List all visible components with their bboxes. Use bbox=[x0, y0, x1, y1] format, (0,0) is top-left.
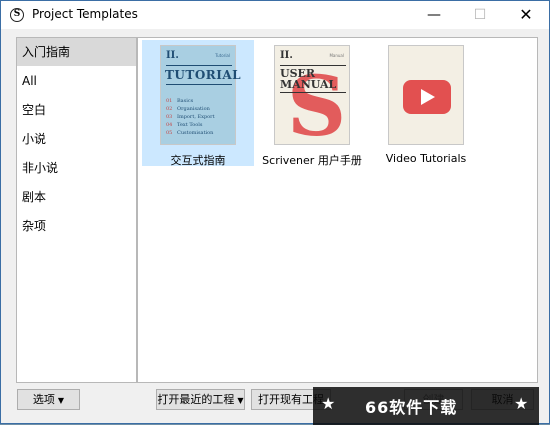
minimize-button[interactable]: — bbox=[411, 1, 457, 29]
template-category-list: 入门指南 All 空白 小说 非小说 剧本 杂项 bbox=[16, 37, 137, 383]
thumbnail-tag: Manual bbox=[329, 53, 344, 58]
dropdown-arrow-icon: ▼ bbox=[237, 396, 244, 405]
play-icon bbox=[403, 80, 451, 114]
options-button[interactable]: 选项 ▼ bbox=[17, 389, 80, 410]
template-tile-interactive-tutorial[interactable]: II. Tutorial TUTORIAL 01 Basics 02 Organis… bbox=[142, 40, 254, 167]
dropdown-arrow-icon: ▼ bbox=[57, 396, 65, 405]
thumbnail-heading: TUTORIAL bbox=[165, 68, 242, 82]
thumbnail-brand: II. bbox=[280, 50, 293, 61]
open-recent-button[interactable]: 打开最近的工程 ▼ bbox=[156, 389, 245, 410]
template-label: Video Tutorials bbox=[385, 152, 467, 165]
toc-entry: 02 Organisation bbox=[166, 106, 210, 112]
sidebar-item-miscellaneous[interactable]: 杂项 bbox=[17, 212, 136, 240]
thumbnail-brand: II. bbox=[166, 50, 179, 61]
window-title: Project Templates bbox=[32, 7, 138, 21]
maximize-button[interactable]: ☐ bbox=[457, 1, 503, 29]
divider bbox=[280, 92, 346, 93]
sidebar-item-non-fiction[interactable]: 非小说 bbox=[17, 154, 136, 182]
template-grid: II. Tutorial TUTORIAL 01 Basics 02 Organis… bbox=[137, 37, 538, 383]
template-label: 交互式指南 bbox=[170, 154, 226, 167]
divider bbox=[280, 65, 346, 66]
thumbnail-heading-line2: MANUAL bbox=[280, 78, 337, 91]
watermark-banner: ★ 66软件下载 ★ bbox=[313, 387, 539, 425]
thumbnail-tag: Tutorial bbox=[215, 53, 230, 58]
sidebar-item-all[interactable]: All bbox=[17, 67, 136, 95]
sidebar-item-scriptwriting[interactable]: 剧本 bbox=[17, 183, 136, 211]
watermark-text: 66软件下载 bbox=[365, 398, 458, 417]
star-icon: ★ bbox=[321, 394, 336, 413]
project-templates-window: S Project Templates — ☐ ✕ 入门指南 All 空白 小说… bbox=[0, 0, 550, 425]
divider bbox=[166, 84, 232, 85]
toc-entry: 01 Basics bbox=[166, 98, 194, 104]
tutorial-thumbnail: II. Tutorial TUTORIAL 01 Basics 02 Organis… bbox=[160, 45, 241, 145]
template-label: Scrivener 用户手册 bbox=[262, 154, 362, 167]
title-bar: S Project Templates — ☐ ✕ bbox=[1, 1, 549, 29]
star-icon: ★ bbox=[514, 394, 529, 413]
scrivener-app-icon: S bbox=[10, 8, 24, 22]
sidebar-item-fiction[interactable]: 小说 bbox=[17, 125, 136, 153]
close-button[interactable]: ✕ bbox=[503, 1, 549, 29]
video-thumbnail bbox=[388, 45, 464, 145]
toc-entry: 05 Customisation bbox=[166, 130, 214, 136]
sidebar-item-blank[interactable]: 空白 bbox=[17, 96, 136, 124]
toc-entry: 04 Text Tools bbox=[166, 122, 203, 128]
toc-entry: 03 Import, Export bbox=[166, 114, 215, 120]
manual-thumbnail: S II. Manual USER MANUAL bbox=[274, 45, 350, 148]
sidebar-item-getting-started[interactable]: 入门指南 bbox=[17, 38, 136, 66]
divider bbox=[166, 65, 232, 66]
template-tile-video-tutorials[interactable]: Video Tutorials bbox=[370, 40, 482, 166]
template-tile-user-manual[interactable]: S II. Manual USER MANUAL Scrivener 用户手册 bbox=[256, 40, 368, 167]
